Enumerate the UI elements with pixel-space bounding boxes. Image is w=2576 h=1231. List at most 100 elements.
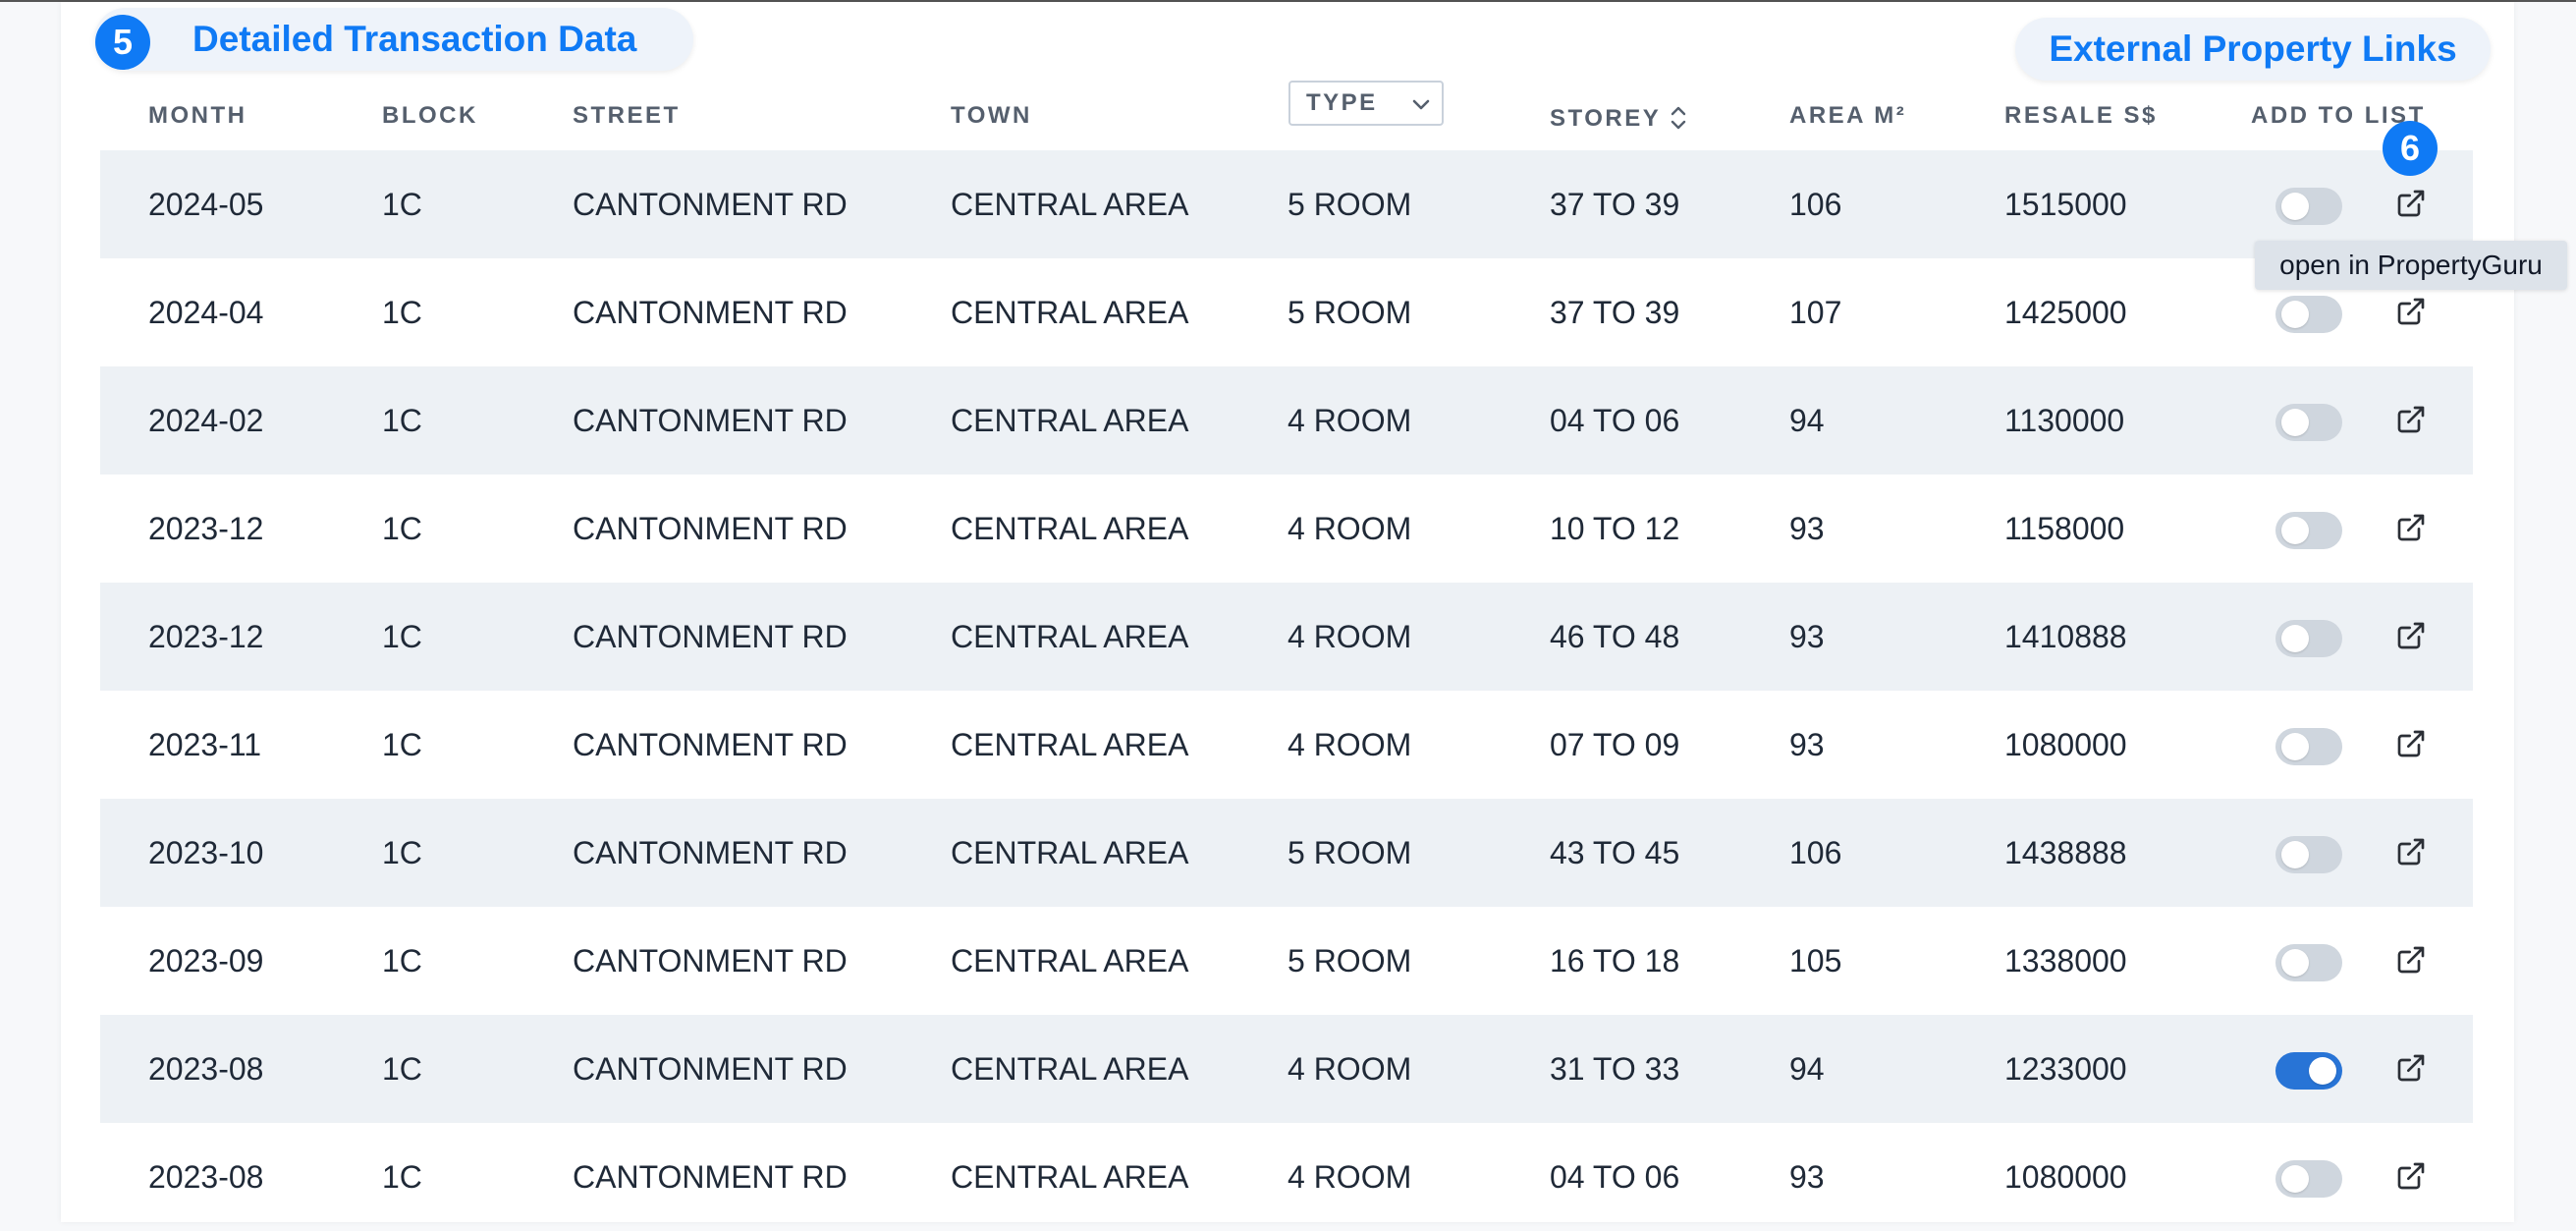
add-to-list-toggle[interactable] — [2275, 944, 2342, 981]
external-link-icon[interactable] — [2395, 620, 2427, 651]
cell-block: 1C — [382, 1159, 422, 1195]
toggle-knob — [2281, 1165, 2309, 1193]
badge-number: 6 — [2399, 128, 2421, 168]
table-row: 2023-10 1C CANTONMENT RD CENTRAL AREA 5 ROOM… — [100, 799, 2473, 907]
add-to-list-toggle[interactable] — [2275, 728, 2342, 765]
tooltip-text: open in PropertyGuru — [2279, 250, 2543, 280]
cell-town: CENTRAL AREA — [951, 727, 1189, 762]
column-header-resale[interactable]: RESALE S$ — [2004, 104, 2158, 128]
cell-area: 107 — [1789, 295, 1842, 330]
cell-type: 4 ROOM — [1288, 1051, 1412, 1087]
external-link-icon[interactable] — [2395, 836, 2427, 867]
cell-type: 4 ROOM — [1288, 403, 1412, 438]
cell-type: 4 ROOM — [1288, 727, 1412, 762]
external-link-icon[interactable] — [2395, 728, 2427, 759]
cell-block: 1C — [382, 187, 422, 222]
cell-area: 93 — [1789, 619, 1825, 654]
toggle-knob — [2281, 517, 2309, 544]
cell-block: 1C — [382, 1051, 422, 1087]
propertyguru-tooltip: open in PropertyGuru — [2255, 241, 2567, 290]
toggle-knob — [2281, 193, 2309, 220]
cell-town: CENTRAL AREA — [951, 187, 1189, 222]
column-header-storey[interactable]: STOREY — [1550, 104, 1686, 132]
cell-block: 1C — [382, 619, 422, 654]
cell-storey: 07 TO 09 — [1550, 727, 1680, 762]
column-header-area[interactable]: AREA M² — [1789, 104, 1906, 128]
table-row: 2024-05 1C CANTONMENT RD CENTRAL AREA 5 ROOM… — [100, 150, 2473, 258]
cell-town: CENTRAL AREA — [951, 943, 1189, 979]
cell-month: 2023-09 — [148, 943, 264, 979]
cell-area: 93 — [1789, 511, 1825, 546]
cell-type: 4 ROOM — [1288, 1159, 1412, 1195]
cell-area: 106 — [1789, 835, 1842, 870]
cell-town: CENTRAL AREA — [951, 295, 1189, 330]
cell-month: 2024-05 — [148, 187, 264, 222]
chevron-down-icon — [1412, 99, 1430, 110]
table-row: 2023-11 1C CANTONMENT RD CENTRAL AREA 4 ROOM… — [100, 691, 2473, 799]
table-row: 2023-12 1C CANTONMENT RD CENTRAL AREA 4 ROOM… — [100, 475, 2473, 583]
cell-month: 2023-11 — [148, 727, 262, 762]
type-filter-dropdown[interactable]: TYPE — [1288, 81, 1444, 126]
add-to-list-toggle[interactable] — [2275, 404, 2342, 441]
cell-storey: 10 TO 12 — [1550, 511, 1680, 546]
cell-resale: 1438888 — [2004, 835, 2127, 870]
column-header-block[interactable]: BLOCK — [382, 104, 478, 128]
table-row: 2023-08 1C CANTONMENT RD CENTRAL AREA 4 ROOM… — [100, 1123, 2473, 1231]
cell-resale: 1338000 — [2004, 943, 2127, 979]
cell-storey: 04 TO 06 — [1550, 1159, 1680, 1195]
cell-area: 106 — [1789, 187, 1842, 222]
external-link-icon[interactable] — [2395, 296, 2427, 327]
external-link-icon[interactable] — [2395, 512, 2427, 543]
add-to-list-toggle[interactable] — [2275, 836, 2342, 873]
cell-town: CENTRAL AREA — [951, 1051, 1189, 1087]
detailed-transaction-callout: Detailed Transaction Data — [94, 8, 693, 71]
toggle-knob — [2281, 301, 2309, 328]
cell-resale: 1515000 — [2004, 187, 2127, 222]
cell-resale: 1410888 — [2004, 619, 2127, 654]
column-header-street[interactable]: STREET — [573, 104, 681, 128]
external-link-icon[interactable] — [2395, 404, 2427, 435]
type-filter-label: TYPE — [1306, 89, 1378, 116]
cell-resale: 1158000 — [2004, 511, 2125, 546]
cell-month: 2023-08 — [148, 1159, 264, 1195]
cell-area: 93 — [1789, 1159, 1825, 1195]
external-link-icon[interactable] — [2395, 1052, 2427, 1084]
table-row: 2023-08 1C CANTONMENT RD CENTRAL AREA 4 ROOM… — [100, 1015, 2473, 1123]
external-links-callout: External Property Links — [2015, 18, 2491, 81]
column-header-town[interactable]: TOWN — [951, 104, 1032, 128]
callout-label: Detailed Transaction Data — [192, 19, 637, 59]
external-link-icon[interactable] — [2395, 1160, 2427, 1192]
cell-storey: 16 TO 18 — [1550, 943, 1680, 979]
cell-resale: 1080000 — [2004, 727, 2127, 762]
cell-street: CANTONMENT RD — [573, 187, 848, 222]
badge-number: 5 — [112, 22, 134, 62]
cell-type: 4 ROOM — [1288, 511, 1412, 546]
add-to-list-toggle[interactable] — [2275, 1052, 2342, 1090]
add-to-list-toggle[interactable] — [2275, 512, 2342, 549]
cell-block: 1C — [382, 727, 422, 762]
toggle-knob — [2281, 409, 2309, 436]
cell-street: CANTONMENT RD — [573, 295, 848, 330]
cell-town: CENTRAL AREA — [951, 1159, 1189, 1195]
cell-town: CENTRAL AREA — [951, 403, 1189, 438]
cell-storey: 37 TO 39 — [1550, 295, 1680, 330]
external-link-icon[interactable] — [2395, 944, 2427, 976]
external-link-icon[interactable] — [2395, 188, 2427, 219]
step-badge-6: 6 — [2383, 121, 2438, 176]
add-to-list-toggle[interactable] — [2275, 188, 2342, 225]
add-to-list-toggle[interactable] — [2275, 296, 2342, 333]
cell-street: CANTONMENT RD — [573, 1159, 848, 1195]
cell-street: CANTONMENT RD — [573, 403, 848, 438]
cell-type: 5 ROOM — [1288, 835, 1412, 870]
cell-area: 94 — [1789, 1051, 1825, 1087]
cell-town: CENTRAL AREA — [951, 835, 1189, 870]
cell-month: 2024-04 — [148, 295, 264, 330]
cell-town: CENTRAL AREA — [951, 619, 1189, 654]
add-to-list-toggle[interactable] — [2275, 1160, 2342, 1198]
callout-label: External Property Links — [2049, 28, 2457, 69]
toggle-knob — [2281, 625, 2309, 652]
table-row: 2023-12 1C CANTONMENT RD CENTRAL AREA 4 ROOM… — [100, 583, 2473, 691]
add-to-list-toggle[interactable] — [2275, 620, 2342, 657]
column-header-month[interactable]: MONTH — [148, 104, 247, 128]
cell-storey: 46 TO 48 — [1550, 619, 1680, 654]
